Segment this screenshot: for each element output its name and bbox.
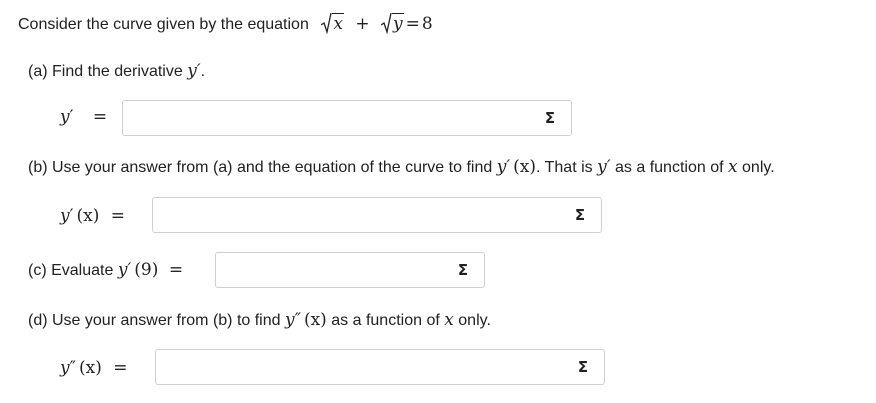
part-b-prompt: (b) Use your answer from (a) and the equ… [28,157,775,177]
intro-line: Consider the curve given by the equation… [18,12,433,34]
radical-sign-icon [380,12,392,34]
sqrt-y: y [380,12,404,34]
part-d-prompt: (d) Use your answer from (b) to find y″(… [28,310,491,330]
part-b-lhs: y′ (x) = [60,206,125,226]
answer-d-input[interactable] [162,356,566,380]
answer-a-input[interactable] [129,107,533,131]
part-d-lhs: y″ (x) = [60,358,128,378]
intro-text: Consider the curve given by the equation [18,16,309,33]
sigma-icon[interactable]: Σ [448,254,478,286]
answer-b-field[interactable]: Σ [152,197,602,233]
part-c-prompt: (c) Evaluate y′ (9) = [28,260,184,280]
answer-d-field[interactable]: Σ [155,349,605,385]
answer-c-input[interactable] [222,259,446,283]
answer-c-field[interactable]: Σ [215,252,485,288]
radical-sign-icon [321,12,332,34]
sigma-icon[interactable]: Σ [535,102,565,134]
answer-a-field[interactable]: Σ [122,100,572,136]
part-a-prompt: (a) Find the derivative y′. [28,61,206,81]
sigma-icon[interactable]: Σ [568,351,598,383]
answer-b-input[interactable] [159,204,563,228]
sigma-icon[interactable]: Σ [565,199,595,231]
sqrt-x: x [321,12,344,34]
curve-equation: x + y = 8 [321,12,433,34]
part-a-lhs: y′ = [60,107,108,127]
